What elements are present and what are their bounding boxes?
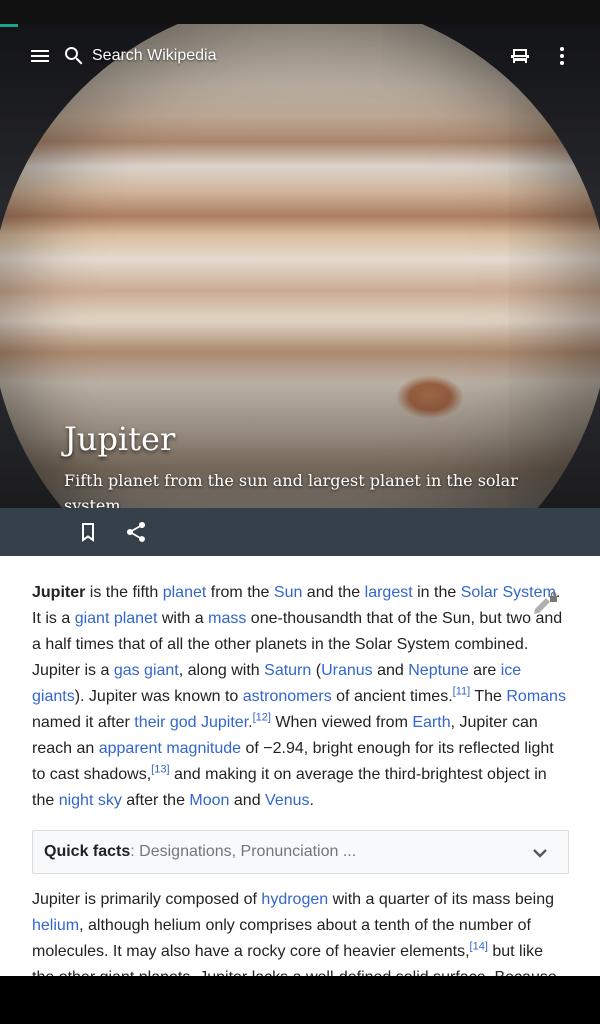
text: after the bbox=[121, 792, 190, 809]
system-navigation-bar bbox=[0, 976, 600, 1024]
link-planet[interactable]: planet bbox=[163, 584, 207, 601]
link-saturn[interactable]: Saturn bbox=[264, 662, 311, 679]
more-options-button[interactable] bbox=[538, 32, 586, 80]
text: The bbox=[470, 688, 507, 705]
link-gas-giant[interactable]: gas giant bbox=[114, 662, 179, 679]
reference-12[interactable]: [12] bbox=[253, 712, 271, 724]
text: and the bbox=[302, 584, 365, 601]
article-subject: Jupiter bbox=[32, 584, 86, 601]
text: from the bbox=[206, 584, 274, 601]
expand-quick-facts-button[interactable] bbox=[528, 841, 552, 870]
reference-14[interactable]: [14] bbox=[470, 941, 488, 953]
link-helium[interactable]: helium bbox=[32, 917, 79, 934]
article-action-bar bbox=[0, 508, 600, 556]
link-their-god-jupiter[interactable]: their god Jupiter bbox=[134, 714, 248, 731]
text: are bbox=[468, 662, 501, 679]
text: ). Jupiter was known to bbox=[74, 688, 243, 705]
body-paragraph: Jupiter is primarily composed of hydroge… bbox=[32, 887, 568, 976]
edit-lock-icon bbox=[534, 591, 557, 614]
text: , although helium only comprises about a… bbox=[32, 917, 531, 960]
menu-button[interactable] bbox=[16, 32, 64, 80]
link-neptune[interactable]: Neptune bbox=[408, 662, 469, 679]
text: . bbox=[309, 792, 314, 809]
article-header: Jupiter Fifth planet from the sun and la… bbox=[64, 420, 524, 508]
text: with a quarter of its mass being bbox=[328, 891, 555, 908]
link-sun[interactable]: Sun bbox=[274, 584, 302, 601]
article-content: Jupiter is the fifth planet from the Sun… bbox=[0, 556, 600, 976]
text: When viewed from bbox=[270, 714, 413, 731]
link-largest[interactable]: largest bbox=[365, 584, 413, 601]
link-mass[interactable]: mass bbox=[208, 610, 246, 627]
link-uranus[interactable]: Uranus bbox=[321, 662, 373, 679]
reference-11[interactable]: [11] bbox=[453, 686, 471, 698]
link-romans[interactable]: Romans bbox=[506, 688, 566, 705]
text: , along with bbox=[178, 662, 265, 679]
reading-lists-button[interactable] bbox=[496, 32, 544, 80]
save-button[interactable] bbox=[64, 508, 112, 556]
quick-facts-title: Quick facts bbox=[44, 843, 131, 860]
edit-protected-button[interactable] bbox=[532, 591, 560, 623]
top-toolbar: Search Wikipedia bbox=[0, 24, 600, 88]
quick-facts-summary: : Designations, Pronunciation ... bbox=[130, 843, 357, 860]
link-hydrogen[interactable]: hydrogen bbox=[261, 891, 328, 908]
link-astronomers[interactable]: astronomers bbox=[243, 688, 332, 705]
article-title: Jupiter bbox=[64, 420, 176, 458]
link-night-sky[interactable]: night sky bbox=[59, 792, 122, 809]
bookmark-icon bbox=[82, 523, 94, 542]
article-description: Fifth planet from the sun and largest pl… bbox=[64, 471, 518, 508]
reference-13[interactable]: [13] bbox=[151, 764, 169, 776]
link-giant-planet[interactable]: giant planet bbox=[75, 610, 158, 627]
link-apparent-magnitude[interactable]: apparent magnitude bbox=[99, 740, 241, 757]
text: is the fifth bbox=[85, 584, 163, 601]
text: of ancient times. bbox=[331, 688, 453, 705]
chevron-down-icon bbox=[533, 849, 547, 858]
share-button[interactable] bbox=[112, 508, 160, 556]
lead-paragraph: Jupiter is the fifth planet from the Sun… bbox=[32, 580, 568, 814]
reading-lists-icon bbox=[511, 49, 529, 63]
link-earth[interactable]: Earth bbox=[412, 714, 450, 731]
search-bar[interactable]: Search Wikipedia bbox=[62, 32, 217, 80]
share-icon bbox=[126, 521, 146, 542]
more-vert-icon bbox=[560, 47, 564, 65]
quick-facts-box[interactable]: Quick facts: Designations, Pronunciation… bbox=[32, 830, 569, 874]
menu-icon bbox=[31, 50, 49, 62]
status-bar bbox=[0, 0, 600, 24]
text: with a bbox=[157, 610, 209, 627]
text: Jupiter is primarily composed of bbox=[32, 891, 262, 908]
text: and bbox=[229, 792, 266, 809]
search-icon bbox=[65, 47, 83, 65]
text: and bbox=[372, 662, 409, 679]
search-placeholder[interactable]: Search Wikipedia bbox=[92, 47, 217, 65]
link-venus[interactable]: Venus bbox=[265, 792, 309, 809]
text: ( bbox=[311, 662, 322, 679]
text: named it after bbox=[32, 714, 135, 731]
link-moon[interactable]: Moon bbox=[189, 792, 229, 809]
text: in the bbox=[412, 584, 461, 601]
lead-image[interactable]: Jupiter Fifth planet from the sun and la… bbox=[0, 24, 600, 508]
